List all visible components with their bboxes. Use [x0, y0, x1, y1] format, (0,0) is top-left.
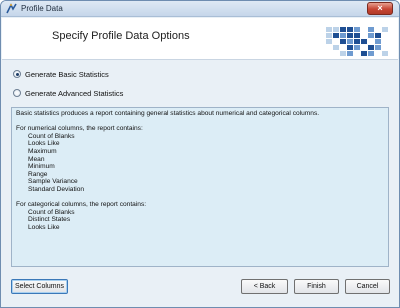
data-grid-graphic	[324, 22, 392, 58]
cancel-button[interactable]: Cancel	[345, 279, 390, 294]
numerical-list: Count of Blanks Looks Like Maximum Mean …	[16, 133, 384, 194]
list-item: Looks Like	[28, 223, 60, 231]
wizard-header: Specify Profile Data Options	[2, 18, 398, 60]
advanced-statistics-option[interactable]: Generate Advanced Statistics	[13, 87, 123, 99]
list-item: Mean	[28, 155, 45, 163]
title-bar[interactable]: Profile Data ×	[1, 1, 399, 17]
categorical-list: Count of Blanks Distinct States Looks Li…	[16, 209, 384, 232]
basic-statistics-option[interactable]: Generate Basic Statistics	[13, 68, 109, 80]
page-title: Specify Profile Data Options	[52, 30, 190, 42]
list-item: Standard Deviation	[28, 185, 85, 193]
statistics-description-panel: Basic statistics produces a report conta…	[11, 107, 389, 267]
advanced-statistics-radio[interactable]	[13, 89, 21, 97]
categorical-heading: For categorical columns, the report cont…	[16, 201, 147, 209]
back-button[interactable]: < Back	[241, 279, 288, 294]
numerical-heading: For numerical columns, the report contai…	[16, 125, 143, 133]
basic-statistics-label: Generate Basic Statistics	[25, 69, 109, 79]
window-title: Profile Data	[21, 4, 63, 13]
close-icon: ×	[377, 3, 383, 13]
profile-data-dialog: Profile Data × Specify Profile Data Opti…	[0, 0, 400, 308]
list-item: Looks Like	[28, 140, 60, 148]
description-intro: Basic statistics produces a report conta…	[16, 110, 320, 117]
list-item: Maximum	[28, 147, 57, 155]
finish-button[interactable]: Finish	[294, 279, 339, 294]
list-item: Distinct States	[28, 216, 71, 224]
select-columns-button[interactable]: Select Columns	[11, 279, 68, 294]
list-item: Count of Blanks	[28, 208, 75, 216]
advanced-statistics-label: Generate Advanced Statistics	[25, 88, 124, 98]
basic-statistics-radio[interactable]	[13, 70, 21, 78]
list-item: Range	[28, 170, 48, 178]
list-item: Sample Variance	[28, 178, 78, 186]
list-item: Minimum	[28, 163, 55, 171]
list-item: Count of Blanks	[28, 132, 75, 140]
close-button[interactable]: ×	[367, 2, 393, 15]
profile-data-app-icon	[6, 3, 17, 14]
